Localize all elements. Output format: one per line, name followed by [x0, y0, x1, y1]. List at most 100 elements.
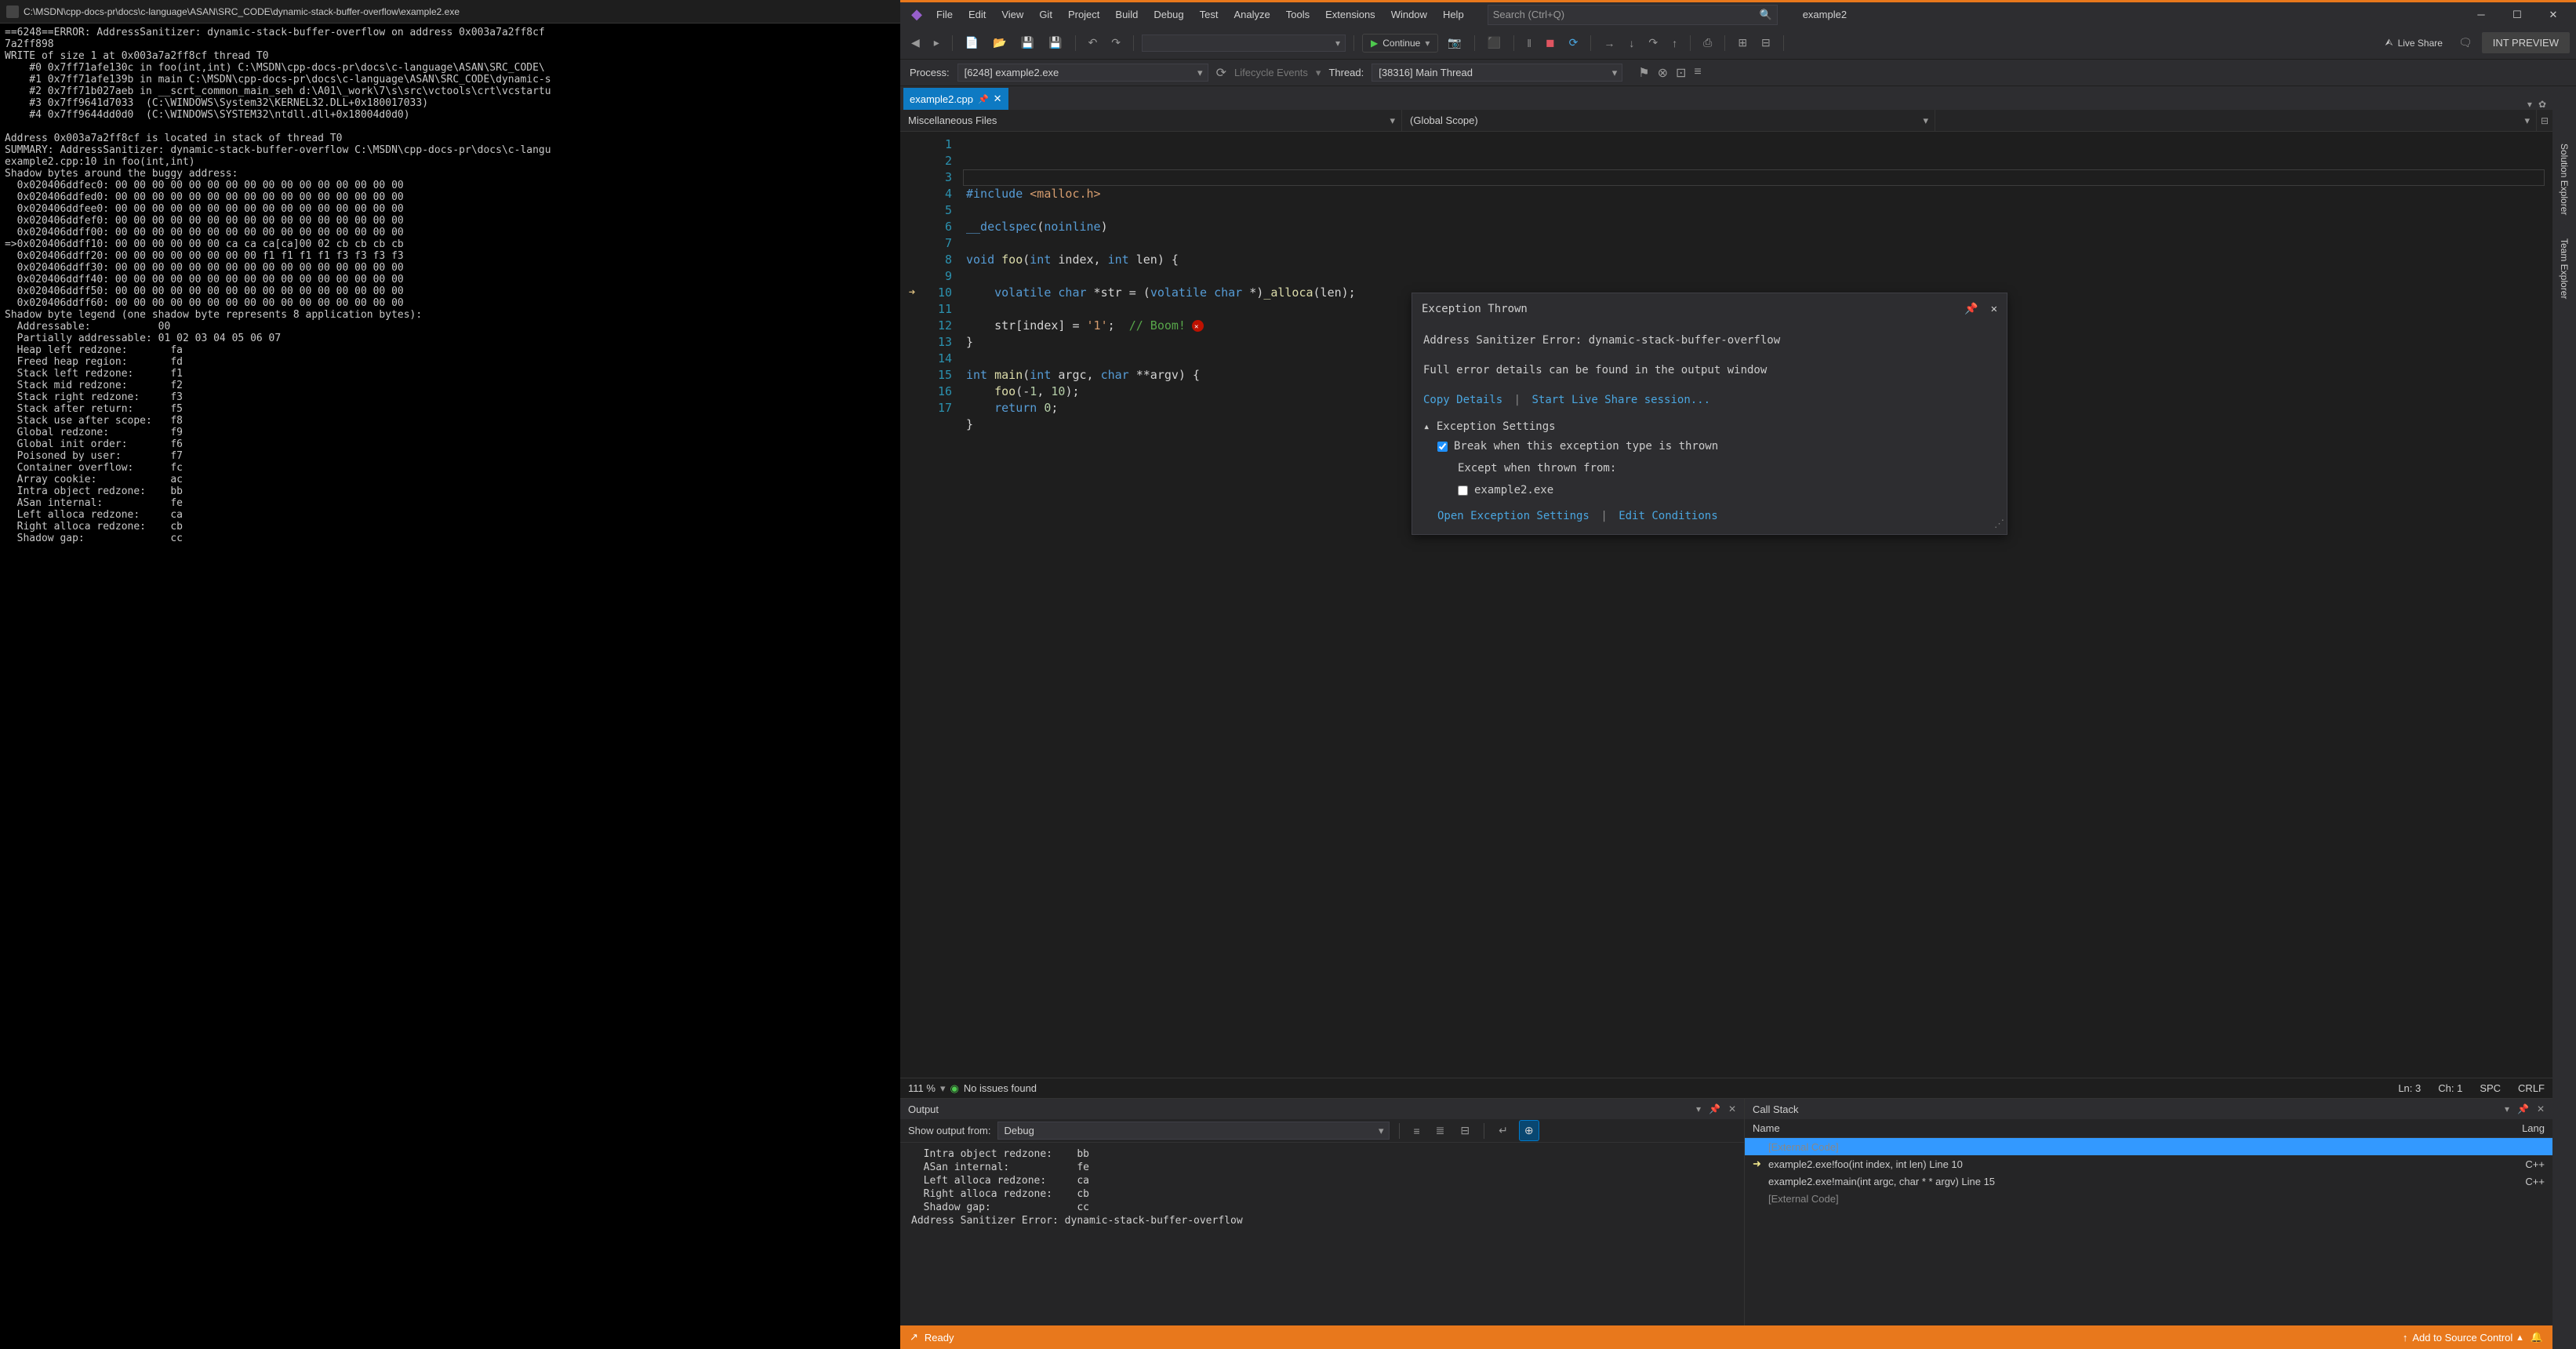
out-tool-4-icon[interactable]: ↵ — [1494, 1121, 1513, 1140]
callstack-row[interactable]: ➜example2.exe!foo(int index, int len) Li… — [1745, 1155, 2552, 1173]
menu-help[interactable]: Help — [1435, 5, 1472, 25]
restart-icon[interactable]: ⟳ — [1564, 33, 1583, 53]
resize-grip-icon[interactable]: ⋰ — [1994, 516, 2004, 533]
dbg-sync-icon[interactable]: ≡ — [1694, 65, 1701, 81]
dbg-frame-icon[interactable]: ⊡ — [1676, 65, 1686, 81]
int-preview-badge[interactable]: INT PREVIEW — [2482, 32, 2570, 53]
minimize-button[interactable]: ─ — [2463, 3, 2499, 27]
step-icon[interactable]: → — [1599, 34, 1619, 53]
tb-icon-4[interactable]: ⊞ — [1733, 33, 1752, 53]
output-text[interactable]: Intra object redzone: bb ASan internal: … — [900, 1143, 1744, 1325]
panel-close-icon[interactable]: ✕ — [1728, 1104, 1736, 1114]
status-arrow-icon[interactable]: ↗ — [910, 1331, 918, 1344]
tb-icon-2[interactable]: ⬛ — [1483, 33, 1506, 53]
edit-conditions-link[interactable]: Edit Conditions — [1619, 510, 1717, 522]
copy-details-link[interactable]: Copy Details — [1423, 394, 1502, 406]
continue-button[interactable]: ▶ Continue ▾ — [1362, 34, 1438, 53]
open-icon[interactable]: 📂 — [988, 33, 1011, 53]
step-out-icon[interactable]: ↑ — [1667, 34, 1682, 53]
zoom-dropdown-icon[interactable]: ▾ — [940, 1082, 946, 1095]
nav-project-combo[interactable]: Miscellaneous Files — [900, 110, 1402, 131]
search-input[interactable]: Search (Ctrl+Q) 🔍 — [1488, 5, 1778, 25]
tb-icon-1[interactable]: 📷 — [1443, 33, 1466, 53]
split-icon[interactable]: ⊟ — [2537, 110, 2552, 131]
start-liveshare-link[interactable]: Start Live Share session... — [1531, 394, 1710, 406]
pause-icon[interactable]: ‖ — [1522, 34, 1536, 53]
source-control-button[interactable]: ↑ Add to Source Control ▴ — [2403, 1331, 2523, 1344]
process-combo[interactable]: [6248] example2.exe — [957, 64, 1208, 82]
callstack-row[interactable]: [External Code] — [1745, 1138, 2552, 1155]
menu-analyze[interactable]: Analyze — [1226, 5, 1277, 25]
line-indicator[interactable]: Ln: 3 — [2398, 1082, 2421, 1094]
menu-git[interactable]: Git — [1031, 5, 1060, 25]
panel-pin-icon[interactable]: 📌 — [1709, 1104, 1720, 1114]
menu-debug[interactable]: Debug — [1146, 5, 1191, 25]
popup-close-icon[interactable]: ✕ — [1991, 301, 1997, 318]
notifications-icon[interactable]: 🔔 — [2531, 1331, 2543, 1344]
nav-member-combo[interactable] — [1935, 110, 2537, 131]
file-tab[interactable]: example2.cpp 📌 ✕ — [903, 88, 1008, 110]
cmd-output[interactable]: ==6248==ERROR: AddressSanitizer: dynamic… — [0, 24, 900, 1349]
nav-fwd-icon[interactable]: ▸ — [929, 33, 944, 53]
menu-file[interactable]: File — [928, 5, 961, 25]
dbg-flag-icon[interactable]: ⚑ — [1638, 65, 1649, 81]
undo-icon[interactable]: ↶ — [1084, 33, 1103, 53]
cs-dropdown-icon[interactable]: ▾ — [2505, 1104, 2509, 1114]
tb-icon-3[interactable]: ⎙ — [1699, 33, 1717, 53]
team-explorer-tab[interactable]: Team Explorer — [2555, 228, 2574, 309]
solution-explorer-tab[interactable]: Solution Explorer — [2555, 133, 2574, 225]
callstack-row[interactable]: example2.exe!main(int argc, char * * arg… — [1745, 1173, 2552, 1190]
stop-icon[interactable]: ◼ — [1541, 33, 1560, 53]
nav-back-icon[interactable]: ◀ — [907, 33, 925, 53]
eol-indicator[interactable]: CRLF — [2518, 1082, 2545, 1094]
source-text[interactable]: #include <malloc.h> __declspec(noinline)… — [963, 132, 2552, 1078]
tb-icon-5[interactable]: ⊟ — [1757, 33, 1775, 53]
tab-gear-icon[interactable]: ✿ — [2538, 99, 2546, 110]
nav-scope-combo[interactable]: (Global Scope) — [1402, 110, 1935, 131]
cmd-titlebar[interactable]: C:\MSDN\cpp-docs-pr\docs\c-language\ASAN… — [0, 0, 900, 24]
exception-popup[interactable]: Exception Thrown 📌 ✕ Address Sanitizer E… — [1412, 293, 2007, 535]
menu-edit[interactable]: Edit — [961, 5, 994, 25]
close-button[interactable]: ✕ — [2535, 3, 2571, 27]
thread-combo[interactable]: [38316] Main Thread — [1372, 64, 1622, 82]
lifecycle-icon[interactable]: ⟳ — [1216, 65, 1226, 81]
expander-icon[interactable]: ▴ — [1423, 420, 1430, 433]
config-combo[interactable] — [1142, 35, 1346, 52]
break-checkbox[interactable] — [1437, 442, 1448, 452]
menu-project[interactable]: Project — [1060, 5, 1107, 25]
maximize-button[interactable]: ☐ — [2499, 3, 2535, 27]
issues-label[interactable]: No issues found — [964, 1082, 1037, 1094]
indent-indicator[interactable]: SPC — [2480, 1082, 2501, 1094]
save-icon[interactable]: 💾 — [1016, 33, 1039, 53]
save-all-icon[interactable]: 💾 — [1044, 33, 1066, 53]
menu-build[interactable]: Build — [1107, 5, 1146, 25]
out-tool-2-icon[interactable]: ≣ — [1431, 1121, 1450, 1140]
pin-icon[interactable]: 📌 — [978, 94, 989, 104]
vs-logo-icon[interactable]: ◆ — [905, 3, 928, 27]
menu-view[interactable]: View — [994, 5, 1031, 25]
module-checkbox[interactable] — [1458, 485, 1468, 496]
menu-extensions[interactable]: Extensions — [1317, 5, 1383, 25]
menu-window[interactable]: Window — [1383, 5, 1435, 25]
out-tool-5-icon[interactable]: ⊕ — [1519, 1120, 1539, 1141]
menu-tools[interactable]: Tools — [1278, 5, 1317, 25]
feedback-icon[interactable]: 🗨 — [2454, 33, 2477, 53]
cs-close-icon[interactable]: ✕ — [2537, 1104, 2545, 1114]
callstack-rows[interactable]: [External Code]➜example2.exe!foo(int ind… — [1745, 1138, 2552, 1207]
error-glyph-icon[interactable] — [1192, 320, 1204, 332]
code-editor[interactable]: ➜ 1234567891011121314151617 #include <ma… — [900, 132, 2552, 1078]
cs-pin-icon[interactable]: 📌 — [2517, 1104, 2529, 1114]
open-settings-link[interactable]: Open Exception Settings — [1437, 510, 1590, 522]
liveshare-button[interactable]: ⮙ Live Share — [2378, 34, 2449, 52]
dbg-x-icon[interactable]: ⊗ — [1658, 65, 1668, 81]
menu-test[interactable]: Test — [1192, 5, 1226, 25]
tab-close-icon[interactable]: ✕ — [994, 93, 1002, 105]
redo-icon[interactable]: ↷ — [1106, 33, 1125, 53]
lifecycle-label[interactable]: Lifecycle Events — [1234, 67, 1308, 78]
panel-dropdown-icon[interactable]: ▾ — [1696, 1104, 1701, 1114]
cs-col-lang[interactable]: Lang — [2498, 1122, 2545, 1134]
col-indicator[interactable]: Ch: 1 — [2438, 1082, 2462, 1094]
callstack-row[interactable]: [External Code] — [1745, 1190, 2552, 1207]
tab-dropdown-icon[interactable]: ▾ — [2527, 99, 2532, 110]
out-tool-1-icon[interactable]: ≡ — [1409, 1122, 1425, 1140]
